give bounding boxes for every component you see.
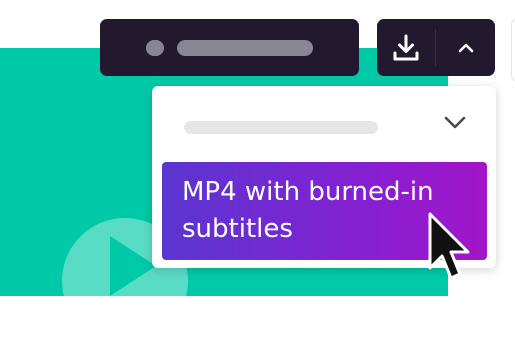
collapse-menu-button[interactable] [436,19,495,76]
placeholder-text-bar [177,40,313,56]
chevron-up-icon [458,43,473,52]
mouse-pointer-icon [428,212,470,280]
placeholder-text-bar [184,121,378,134]
download-icon [393,34,419,60]
placeholder-dot [146,40,164,56]
download-button[interactable] [377,19,435,76]
export-settings-bar[interactable] [100,19,359,76]
dropdown-header[interactable] [152,86,496,162]
export-actions [377,19,495,76]
play-icon [110,236,156,296]
side-panel-edge [511,18,515,82]
chevron-down-icon [444,116,466,129]
